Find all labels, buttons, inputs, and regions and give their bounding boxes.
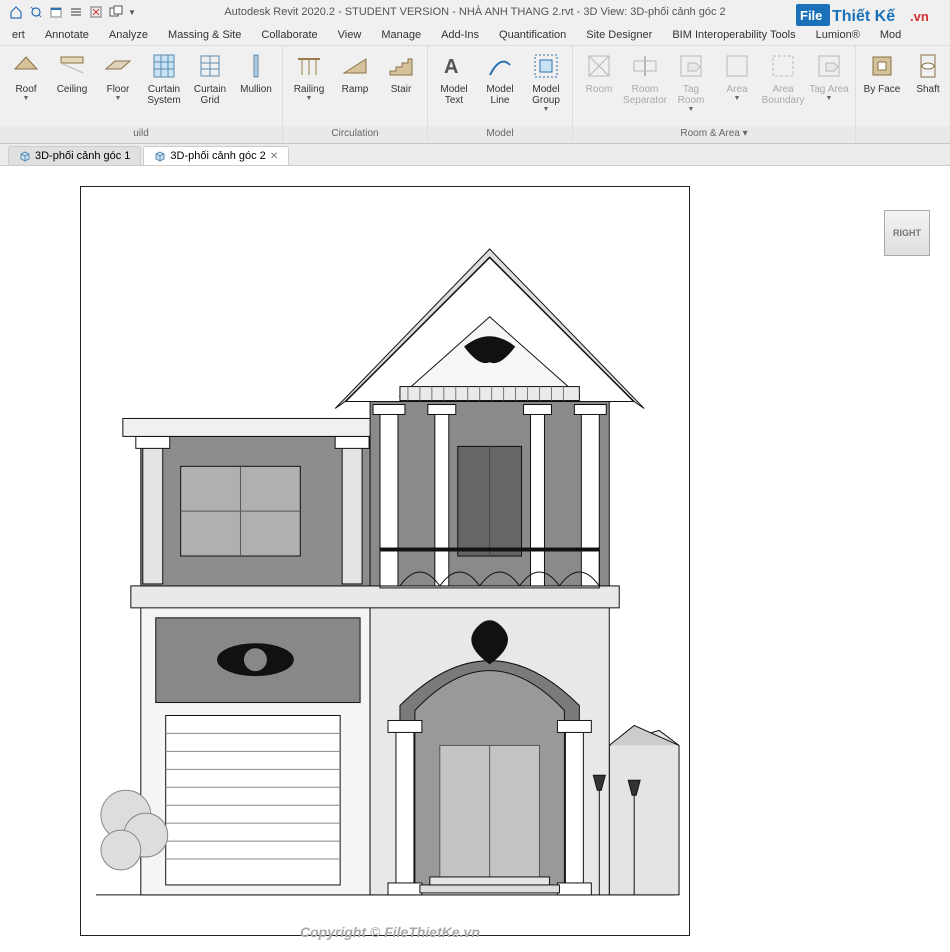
railing-icon [293, 50, 325, 82]
viewport[interactable]: RIGHT Copyright © FileThietKe.vn [0, 166, 950, 952]
filethietke-logo: File Thiết Kế .vn [796, 2, 936, 35]
house-3d-drawing [81, 187, 689, 935]
svg-text:.vn: .vn [910, 9, 929, 24]
view-3d-icon [154, 150, 166, 162]
panel-label: uild [0, 126, 282, 143]
ramp-button[interactable]: Ramp [333, 48, 377, 97]
area-boundary-icon [767, 50, 799, 82]
chevron-down-icon: ▼ [23, 95, 30, 103]
area-button[interactable]: Area▼ [715, 48, 759, 105]
mullion-button[interactable]: Mullion [234, 48, 278, 97]
area-boundary-button[interactable]: Area Boundary [761, 48, 805, 108]
by-face-icon [866, 50, 898, 82]
shaft-button[interactable]: Shaft [906, 48, 950, 97]
copyright-watermark: Copyright © FileThietKe.vn [300, 924, 480, 940]
chevron-down-icon: ▼ [734, 95, 741, 103]
qat-thin-lines-icon[interactable] [68, 4, 84, 20]
tab-massing-site[interactable]: Massing & Site [158, 26, 251, 44]
qat-home-icon[interactable] [8, 4, 24, 20]
roof-icon [10, 50, 42, 82]
qat-close-hidden-icon[interactable] [88, 4, 104, 20]
floor-button[interactable]: Floor▼ [96, 48, 140, 105]
tab-manage[interactable]: Manage [371, 26, 431, 44]
panel-label: Opening [856, 126, 950, 143]
tab-analyze[interactable]: Analyze [99, 26, 158, 44]
tag-area-button[interactable]: Tag Area▼ [807, 48, 851, 105]
svg-text:Thiết Kế: Thiết Kế [832, 8, 895, 25]
qat-sync-icon[interactable] [28, 4, 44, 20]
area-icon [721, 50, 753, 82]
panel-build: Roof▼ Ceiling Floor▼ Curtain System Curt… [0, 46, 283, 143]
stair-button[interactable]: Stair [379, 48, 423, 97]
ceiling-icon [56, 50, 88, 82]
curtain-system-icon [148, 50, 180, 82]
qat-sheet-icon[interactable] [48, 4, 64, 20]
room-button[interactable]: Room [577, 48, 621, 97]
panel-label: Circulation [283, 126, 427, 143]
panel-label: Model [428, 126, 572, 143]
model-text-button[interactable]: A Model Text [432, 48, 476, 108]
room-icon [583, 50, 615, 82]
floor-icon [102, 50, 134, 82]
tab-quantification[interactable]: Quantification [489, 26, 576, 44]
view-tab-label: 3D-phối cảnh góc 1 [35, 150, 130, 162]
ramp-icon [339, 50, 371, 82]
roof-button[interactable]: Roof▼ [4, 48, 48, 105]
panel-label: Room & Area ▾ [573, 126, 855, 143]
view-3d-icon [19, 150, 31, 162]
model-text-icon: A [438, 50, 470, 82]
curtain-system-button[interactable]: Curtain System [142, 48, 186, 108]
tab-view[interactable]: View [328, 26, 372, 44]
tab-collaborate[interactable]: Collaborate [251, 26, 327, 44]
model-group-icon [530, 50, 562, 82]
chevron-down-icon: ▼ [688, 106, 695, 114]
panel-circulation: Railing▼ Ramp Stair Circulation [283, 46, 428, 143]
chevron-down-icon: ▼ [826, 95, 833, 103]
qat-switch-icon[interactable] [108, 4, 124, 20]
view-tabs-bar: 3D-phối cảnh góc 1 3D-phối cảnh góc 2 ✕ [0, 144, 950, 166]
stair-icon [385, 50, 417, 82]
panel-model: A Model Text Model Line Model Group▼ Mod… [428, 46, 573, 143]
chevron-down-icon: ▼ [543, 106, 550, 114]
tag-area-icon [813, 50, 845, 82]
room-separator-icon [629, 50, 661, 82]
room-separator-button[interactable]: Room Separator [623, 48, 667, 108]
panel-room-area: Room Room Separator Tag Room▼ Area▼ Area… [573, 46, 856, 143]
curtain-grid-button[interactable]: Curtain Grid [188, 48, 232, 108]
chevron-down-icon: ▼ [115, 95, 122, 103]
model-line-icon [484, 50, 516, 82]
logo-file-text: File [800, 8, 822, 23]
view-tab-1[interactable]: 3D-phối cảnh góc 1 [8, 146, 141, 165]
drawing-frame [80, 186, 690, 936]
ribbon: Roof▼ Ceiling Floor▼ Curtain System Curt… [0, 46, 950, 144]
tab-site-designer[interactable]: Site Designer [576, 26, 662, 44]
tab-annotate[interactable]: Annotate [35, 26, 99, 44]
view-tab-label: 3D-phối cảnh góc 2 [170, 150, 265, 162]
viewcube[interactable]: RIGHT [880, 206, 936, 262]
tab-addins[interactable]: Add-Ins [431, 26, 489, 44]
svg-text:A: A [444, 56, 458, 78]
viewcube-face[interactable]: RIGHT [884, 210, 930, 256]
curtain-grid-icon [194, 50, 226, 82]
tag-room-icon [675, 50, 707, 82]
model-line-button[interactable]: Model Line [478, 48, 522, 108]
shaft-icon [912, 50, 944, 82]
railing-button[interactable]: Railing▼ [287, 48, 331, 105]
view-tab-2[interactable]: 3D-phối cảnh góc 2 ✕ [143, 146, 289, 165]
model-group-button[interactable]: Model Group▼ [524, 48, 568, 116]
tab-insert[interactable]: ert [2, 26, 35, 44]
by-face-button[interactable]: By Face [860, 48, 904, 97]
tab-bim-interop[interactable]: BIM Interoperability Tools [662, 26, 805, 44]
panel-opening: By Face Shaft Wall Vertical Dormer Openi… [856, 46, 950, 143]
mullion-icon [240, 50, 272, 82]
close-icon[interactable]: ✕ [270, 151, 278, 162]
tag-room-button[interactable]: Tag Room▼ [669, 48, 713, 116]
quick-access-toolbar: ▼ [0, 0, 136, 24]
ceiling-button[interactable]: Ceiling [50, 48, 94, 97]
app-title: Autodesk Revit 2020.2 - STUDENT VERSION … [224, 6, 725, 18]
chevron-down-icon: ▼ [306, 95, 313, 103]
qat-dropdown-icon[interactable]: ▼ [128, 8, 136, 17]
